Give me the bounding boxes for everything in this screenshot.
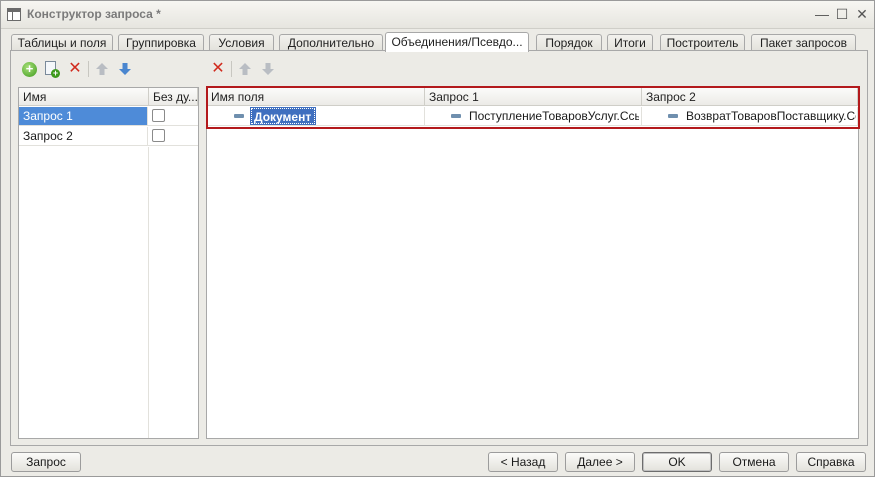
column-divider bbox=[148, 147, 149, 438]
no-duplicates-checkbox[interactable] bbox=[152, 109, 165, 122]
column-header-name[interactable]: Имя bbox=[19, 88, 149, 106]
tab-tables-and-fields[interactable]: Таблицы и поля bbox=[11, 34, 113, 51]
column-header-no-duplicates[interactable]: Без ду... bbox=[149, 88, 198, 106]
query-name: Запрос 2 bbox=[19, 127, 148, 145]
query-1-field: ПоступлениеТоваровУслуг.Ссылка bbox=[469, 109, 639, 123]
cancel-button[interactable]: Отмена bbox=[719, 452, 789, 472]
list-item[interactable]: Запрос 2 bbox=[19, 127, 198, 146]
field-icon bbox=[451, 114, 461, 118]
toolbar-separator bbox=[231, 61, 232, 77]
tab-totals[interactable]: Итоги bbox=[607, 34, 653, 51]
field-move-up-icon[interactable] bbox=[238, 62, 252, 76]
move-up-icon[interactable] bbox=[95, 62, 109, 76]
delete-query-icon[interactable]: ✕ bbox=[66, 60, 84, 78]
tab-order[interactable]: Порядок bbox=[536, 34, 602, 51]
minimize-icon[interactable]: — bbox=[814, 6, 830, 22]
title-bar[interactable]: Конструктор запроса * — ☐ ✕ bbox=[1, 1, 874, 29]
back-button[interactable]: < Назад bbox=[488, 452, 558, 472]
no-duplicates-checkbox[interactable] bbox=[152, 129, 165, 142]
maximize-icon[interactable]: ☐ bbox=[834, 6, 850, 22]
tab-conditions[interactable]: Условия bbox=[209, 34, 274, 51]
tab-additional[interactable]: Дополнительно bbox=[279, 34, 383, 51]
query-button[interactable]: Запрос bbox=[11, 452, 81, 472]
tab-bar: Таблицы и поля Группировка Условия Допол… bbox=[11, 32, 867, 52]
list-item[interactable]: Запрос 1 bbox=[19, 107, 198, 126]
query-name: Запрос 1 bbox=[19, 107, 148, 125]
help-button[interactable]: Справка bbox=[796, 452, 866, 472]
query-builder-window: Конструктор запроса * — ☐ ✕ Таблицы и по… bbox=[0, 0, 875, 477]
column-header-query-1[interactable]: Запрос 1 bbox=[425, 88, 642, 106]
field-move-down-icon[interactable] bbox=[261, 62, 275, 76]
tab-grouping[interactable]: Группировка bbox=[118, 34, 204, 51]
delete-field-icon[interactable]: ✕ bbox=[209, 60, 227, 78]
window-title: Конструктор запроса * bbox=[27, 7, 161, 21]
tab-unions-aliases[interactable]: Объединения/Псевдо... bbox=[385, 32, 529, 52]
close-icon[interactable]: ✕ bbox=[854, 6, 870, 22]
window-app-icon bbox=[7, 8, 21, 21]
table-cell-query-1[interactable]: ПоступлениеТоваровУслуг.Ссылка bbox=[425, 107, 642, 126]
ok-button[interactable]: OK bbox=[642, 452, 712, 472]
table-cell-query-2[interactable]: ВозвратТоваровПоставщику.Ссылка bbox=[642, 107, 858, 126]
aliases-table[interactable]: Имя поля Запрос 1 Запрос 2 Документ Пост… bbox=[206, 87, 859, 439]
field-icon bbox=[234, 114, 244, 118]
tab-query-batch[interactable]: Пакет запросов bbox=[751, 34, 856, 51]
field-icon bbox=[668, 114, 678, 118]
field-name-editor[interactable]: Документ bbox=[250, 107, 316, 125]
next-button[interactable]: Далее > bbox=[565, 452, 635, 472]
move-down-icon[interactable] bbox=[118, 62, 132, 76]
queries-list[interactable]: Имя Без ду... Запрос 1 Запрос 2 bbox=[18, 87, 199, 439]
tab-builder[interactable]: Построитель bbox=[660, 34, 745, 51]
query-2-field: ВозвратТоваровПоставщику.Ссылка bbox=[686, 109, 856, 123]
add-query-copy-icon[interactable]: + bbox=[44, 61, 60, 78]
toolbar-separator bbox=[88, 61, 89, 77]
column-header-field-name[interactable]: Имя поля bbox=[207, 88, 425, 106]
column-header-query-2[interactable]: Запрос 2 bbox=[642, 88, 858, 106]
add-query-icon[interactable]: + bbox=[22, 62, 37, 77]
table-cell-field-name[interactable]: Документ bbox=[207, 107, 425, 126]
